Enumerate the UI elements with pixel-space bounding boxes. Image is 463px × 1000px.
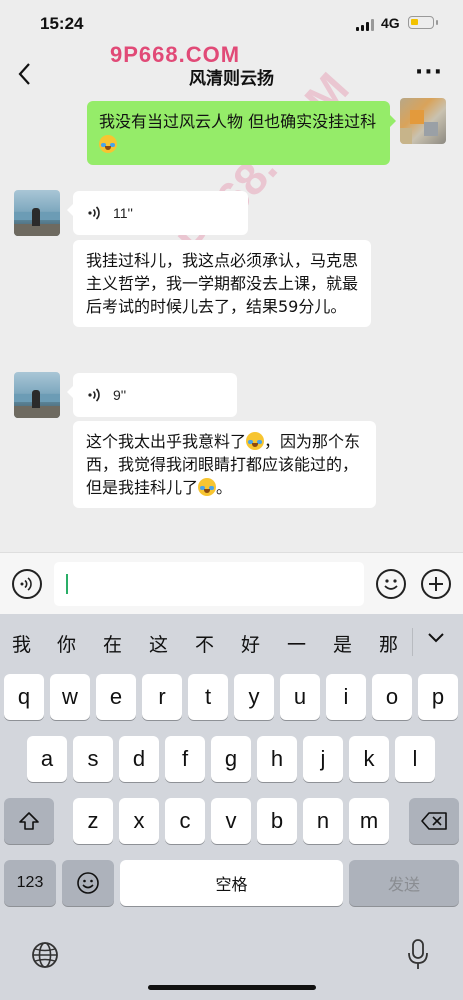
self-avatar[interactable] [400, 98, 446, 144]
microphone-icon[interactable] [405, 938, 431, 972]
more-dots-icon[interactable]: ··· [415, 60, 443, 85]
key-r[interactable]: r [142, 674, 182, 720]
key-o[interactable]: o [372, 674, 412, 720]
candidate-word[interactable]: 一 [287, 630, 306, 657]
message-input[interactable] [54, 562, 364, 606]
candidate-word[interactable]: 是 [333, 630, 352, 657]
message-bubble-friend[interactable]: 我挂过科儿，我这点必须承认，马克思主义哲学，我一学期都没去上课，就最后考试的时候… [73, 240, 371, 327]
emoji-keyboard-key[interactable] [62, 860, 114, 906]
key-y[interactable]: y [234, 674, 274, 720]
loudly-crying-emoji-icon [198, 478, 217, 496]
status-time: 15:24 [40, 14, 84, 33]
key-f[interactable]: f [165, 736, 205, 782]
voice-message[interactable]: 11'' [67, 191, 248, 235]
key-e[interactable]: e [96, 674, 136, 720]
emoji-icon [77, 872, 99, 894]
battery-icon [408, 16, 438, 29]
key-g[interactable]: g [211, 736, 251, 782]
message-text: 。 [216, 478, 233, 497]
key-v[interactable]: v [211, 798, 251, 844]
voice-wave-icon [88, 206, 100, 220]
key-m[interactable]: m [349, 798, 389, 844]
key-n[interactable]: n [303, 798, 343, 844]
key-a[interactable]: a [27, 736, 67, 782]
backspace-icon [421, 812, 447, 830]
globe-icon[interactable] [30, 940, 60, 970]
key-w[interactable]: w [50, 674, 90, 720]
key-p[interactable]: p [418, 674, 458, 720]
key-z[interactable]: z [73, 798, 113, 844]
key-j[interactable]: j [303, 736, 343, 782]
message-bubble-self[interactable]: 我没有当过风云人物 但也确实没挂过科 [87, 101, 396, 165]
message-text: 这个我太出乎我意料了 [86, 432, 247, 451]
chevron-down-icon[interactable] [426, 628, 446, 648]
emoji-icon[interactable] [376, 569, 406, 599]
key-t[interactable]: t [188, 674, 228, 720]
key-d[interactable]: d [119, 736, 159, 782]
loudly-crying-emoji-icon [246, 432, 265, 450]
key-b[interactable]: b [257, 798, 297, 844]
friend-avatar[interactable] [14, 372, 60, 418]
key-x[interactable]: x [119, 798, 159, 844]
voice-wave-icon [88, 388, 100, 402]
candidate-word[interactable]: 我 [12, 630, 31, 657]
voice-input-icon[interactable] [12, 569, 42, 599]
key-l[interactable]: l [395, 736, 435, 782]
message-text: 我没有当过风云人物 但也确实没挂过科 [99, 112, 377, 131]
network-type: 4G [381, 15, 400, 31]
plus-icon[interactable] [421, 569, 451, 599]
key-s[interactable]: s [73, 736, 113, 782]
voice-duration: 9'' [113, 386, 127, 403]
key-i[interactable]: i [326, 674, 366, 720]
laughing-crying-emoji-icon [99, 135, 117, 153]
key-h[interactable]: h [257, 736, 297, 782]
message-text: 我挂过科儿，我这点必须承认，马克思主义哲学，我一学期都没去上课，就最后考试的时候… [86, 251, 359, 316]
signal-icon [356, 19, 374, 31]
candidate-word[interactable]: 这 [149, 630, 168, 657]
key-q[interactable]: q [4, 674, 44, 720]
key-u[interactable]: u [280, 674, 320, 720]
shift-key[interactable] [4, 798, 54, 844]
friend-avatar[interactable] [14, 190, 60, 236]
shift-icon [19, 812, 39, 830]
divider [412, 628, 413, 656]
home-indicator[interactable] [148, 985, 316, 990]
key-k[interactable]: k [349, 736, 389, 782]
backspace-key[interactable] [409, 798, 459, 844]
candidate-word[interactable]: 不 [195, 630, 214, 657]
send-key[interactable]: 发送 [349, 860, 459, 906]
candidate-word[interactable]: 你 [57, 630, 76, 657]
candidate-word[interactable]: 那 [379, 630, 398, 657]
message-bubble-friend[interactable]: 这个我太出乎我意料了 ，因为那个东西，我觉得我闭眼睛打都应该能过的，但是我挂科儿了… [73, 421, 376, 508]
key-c[interactable]: c [165, 798, 205, 844]
text-caret [66, 574, 68, 594]
voice-message[interactable]: 9'' [67, 373, 237, 417]
candidate-bar: 我 你 在 这 不 好 一 是 那 [0, 614, 463, 670]
chat-input-bar [0, 552, 463, 614]
watermark-top: 9P668.COM [110, 42, 241, 67]
candidate-word[interactable]: 在 [103, 630, 122, 657]
voice-duration: 11'' [113, 204, 133, 221]
numbers-key[interactable]: 123 [4, 860, 56, 906]
space-key[interactable]: 空格 [120, 860, 343, 906]
keyboard: 我 你 在 这 不 好 一 是 那 q w e r t y u i o p a … [0, 614, 463, 1000]
candidate-word[interactable]: 好 [241, 630, 260, 657]
